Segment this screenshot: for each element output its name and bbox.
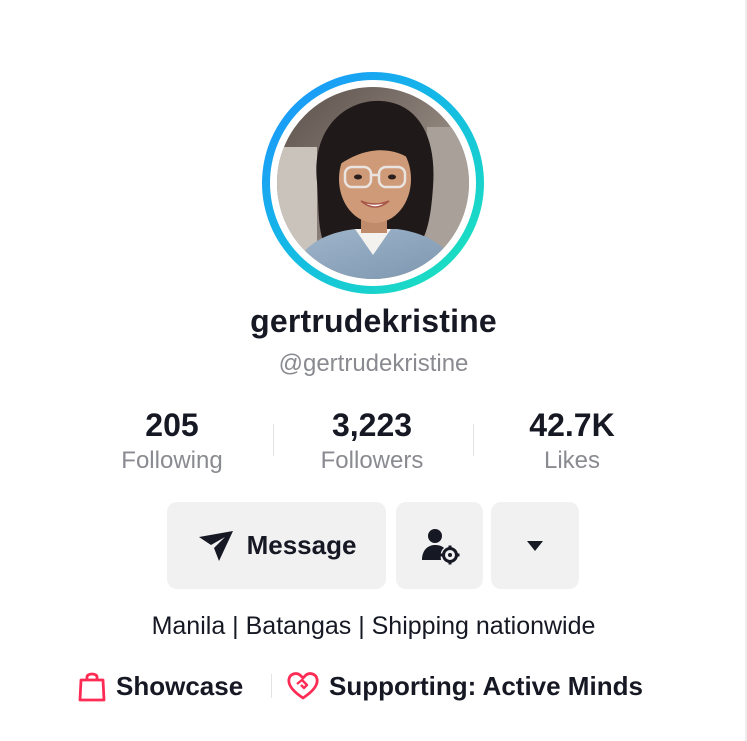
showcase-label: Showcase: [116, 670, 244, 701]
shopping-bag-icon: [78, 670, 106, 702]
stat-followers-label: Followers: [320, 447, 424, 474]
profile-links: Showcase Supporting: Active Minds: [0, 666, 747, 706]
message-button[interactable]: Message: [167, 502, 386, 589]
send-icon: [197, 529, 235, 563]
caret-down-icon: [526, 540, 544, 552]
display-name: gertrudekristine: [250, 303, 497, 339]
message-button-label: Message: [246, 530, 357, 560]
more-options-button[interactable]: [491, 502, 579, 589]
stat-following-count: 205: [145, 407, 199, 443]
profile-photo: [277, 87, 469, 279]
links-divider: [271, 674, 272, 698]
supporting-label: Supporting: Active Minds: [329, 670, 643, 701]
supporting-link[interactable]: Supporting: Active Minds: [287, 666, 643, 706]
stat-likes-label: Likes: [543, 447, 601, 474]
stat-following[interactable]: 205 Following: [72, 406, 272, 478]
stat-likes[interactable]: 42.7K Likes: [472, 406, 672, 478]
stat-followers[interactable]: 3,223 Followers: [272, 406, 472, 478]
friend-settings-button[interactable]: [396, 502, 483, 589]
profile-bio: Manila | Batangas | Shipping nationwide: [151, 612, 596, 640]
stat-following-label: Following: [121, 447, 223, 474]
heart-handshake-icon: [287, 671, 319, 701]
showcase-link[interactable]: Showcase: [78, 666, 243, 706]
avatar[interactable]: [277, 87, 469, 279]
username-handle: @gertrudekristine: [278, 350, 469, 377]
stat-likes-count: 42.7K: [529, 407, 615, 443]
story-ring[interactable]: [262, 72, 484, 294]
user-settings-icon: [420, 526, 460, 566]
stat-followers-count: 3,223: [331, 407, 413, 443]
